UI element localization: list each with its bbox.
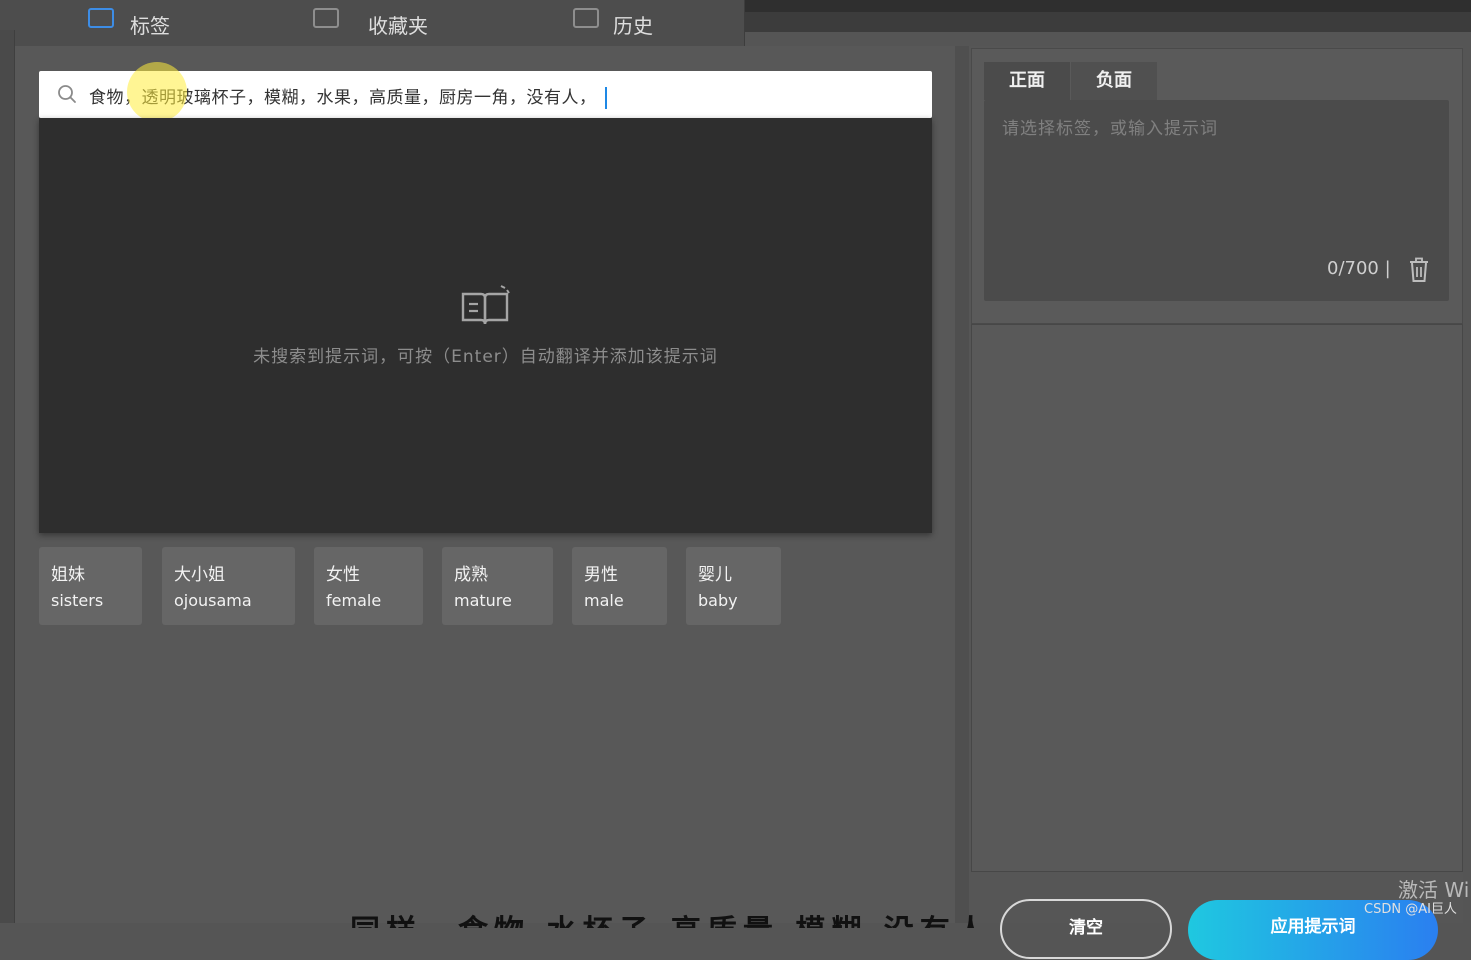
tag-zh: 女性 <box>326 565 360 585</box>
empty-results-message: 未搜索到提示词，可按（Enter）自动翻译并添加该提示词 <box>253 347 718 367</box>
tag-zh: 男性 <box>584 565 618 585</box>
tag-chip[interactable]: 成熟 mature <box>442 547 553 625</box>
left-edge <box>0 30 15 923</box>
tab-positive[interactable]: 正面 <box>984 62 1070 100</box>
tag-icon <box>88 8 114 28</box>
folder-icon <box>313 8 339 28</box>
text-caret <box>604 87 607 109</box>
tag-en: ojousama <box>174 591 252 610</box>
panel-splitter[interactable] <box>955 46 969 923</box>
tag-chip[interactable]: 姐妹 sisters <box>39 547 142 625</box>
tab-history[interactable]: 历史 <box>501 0 745 46</box>
search-results-panel: 未搜索到提示词，可按（Enter）自动翻译并添加该提示词 <box>39 118 932 533</box>
search-input[interactable]: 食物，透明玻璃杯子，模糊，水果，高质量，厨房一角，没有人， <box>39 71 932 118</box>
tab-tags[interactable]: 标签 <box>0 0 259 46</box>
tag-zh: 大小姐 <box>174 565 225 585</box>
video-subtitle: 同样，食物 水杯子 高质量 模糊 没有人 <box>350 906 1070 928</box>
prompt-tags-section <box>971 324 1463 872</box>
tag-chip[interactable]: 婴儿 baby <box>686 547 781 625</box>
tag-en: sisters <box>51 591 104 610</box>
tag-zh: 婴儿 <box>698 565 732 585</box>
credit-watermark: CSDN @AI巨人 <box>1364 902 1457 917</box>
open-book-icon <box>461 285 510 325</box>
tag-en: mature <box>454 591 512 610</box>
prompt-placeholder: 请选择标签，或输入提示词 <box>1002 119 1218 139</box>
search-query[interactable]: 食物，透明玻璃杯子，模糊，水果，高质量，厨房一角，没有人， <box>89 83 607 109</box>
tab-negative[interactable]: 负面 <box>1071 62 1157 100</box>
tag-en: male <box>584 591 624 610</box>
tab-label: 标签 <box>130 14 170 38</box>
prompt-textarea[interactable]: 请选择标签，或输入提示词 0/700 | <box>984 100 1449 301</box>
character-counter: 0/700 | <box>1327 258 1391 279</box>
tab-label: 历史 <box>613 14 653 38</box>
tag-en: female <box>326 591 382 610</box>
tag-zh: 成熟 <box>454 565 488 585</box>
tag-chip[interactable]: 女性 female <box>314 547 423 625</box>
search-icon <box>58 85 76 103</box>
tag-en: baby <box>698 591 738 610</box>
tab-label: 收藏夹 <box>368 14 428 38</box>
history-icon <box>573 8 599 28</box>
tag-chip[interactable]: 大小姐 ojousama <box>162 547 295 625</box>
trash-icon[interactable] <box>1408 257 1430 283</box>
tab-favorites[interactable]: 收藏夹 <box>258 0 502 46</box>
tag-chip[interactable]: 男性 male <box>572 547 667 625</box>
tag-zh: 姐妹 <box>51 565 85 585</box>
